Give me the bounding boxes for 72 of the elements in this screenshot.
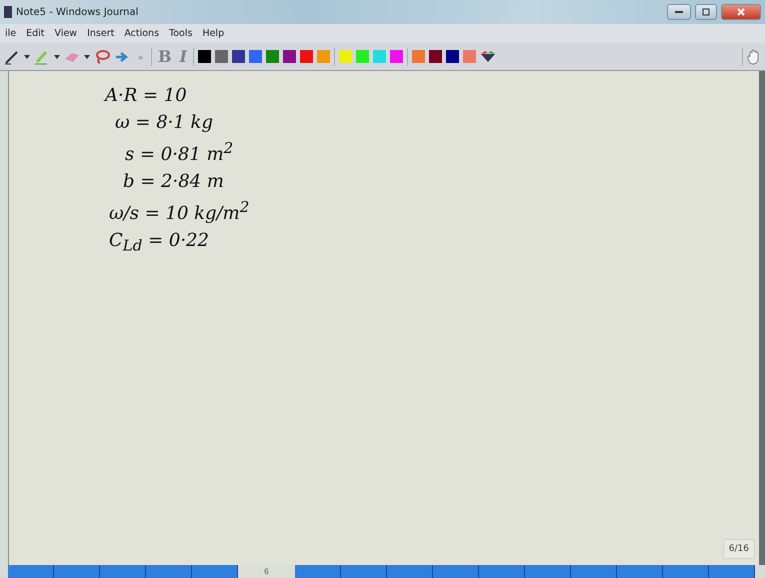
color-swatch[interactable] <box>283 50 296 63</box>
handwritten-note: s = 0·81 m$^{2}$ <box>125 139 234 165</box>
page-tab[interactable] <box>479 565 525 578</box>
page-tab[interactable]: 6 <box>238 565 295 578</box>
caret-icon <box>24 54 30 58</box>
close-button[interactable] <box>721 4 761 20</box>
color-swatch[interactable] <box>317 50 330 63</box>
color-swatch[interactable] <box>412 50 426 63</box>
menu-item[interactable]: Tools <box>164 28 198 39</box>
color-swatch[interactable] <box>429 50 442 63</box>
color-swatch[interactable] <box>373 50 386 63</box>
page-indicator: 6/16 <box>722 539 755 559</box>
page-tab[interactable] <box>571 565 617 578</box>
caret-icon <box>54 54 60 58</box>
page-tab[interactable] <box>54 565 100 578</box>
palette-icon <box>480 50 496 62</box>
eraser-icon <box>64 50 80 62</box>
handwritten-note: ω = 8·1 kg <box>115 112 213 133</box>
handwritten-note: ω/s = 10 kg/m$^{2}$ <box>109 198 250 224</box>
page-tab[interactable] <box>663 565 709 578</box>
page-tab[interactable] <box>295 565 341 578</box>
menu-item[interactable]: View <box>50 28 82 39</box>
color-swatch[interactable] <box>356 50 370 63</box>
arrow-icon <box>114 50 130 62</box>
hand-tool[interactable] <box>747 48 761 64</box>
color-picker-button[interactable] <box>480 50 496 62</box>
page-tab[interactable] <box>192 565 238 578</box>
color-swatch[interactable] <box>390 50 404 63</box>
color-swatch[interactable] <box>446 50 460 63</box>
page-tab[interactable] <box>387 565 433 578</box>
color-swatch[interactable] <box>198 50 212 63</box>
page-tab[interactable] <box>433 565 479 578</box>
scroll-bar[interactable] <box>759 71 765 565</box>
color-swatch[interactable] <box>463 50 476 63</box>
hand-icon <box>747 48 761 64</box>
eraser-dropdown[interactable] <box>84 54 90 58</box>
highlighter-dropdown[interactable] <box>54 54 60 58</box>
page-tab[interactable] <box>8 565 54 578</box>
maximize-icon <box>702 8 710 16</box>
page-tab[interactable] <box>100 565 146 578</box>
page-tab[interactable] <box>525 565 571 578</box>
menu-item[interactable]: Edit <box>21 28 50 39</box>
handwritten-note: C$_{Ld}$ = 0·22 <box>109 230 209 255</box>
page-tab[interactable] <box>617 565 663 578</box>
color-swatch[interactable] <box>266 50 280 63</box>
color-swatch[interactable] <box>339 50 352 63</box>
caret-icon <box>84 54 90 58</box>
close-icon <box>737 8 745 16</box>
highlighter-icon <box>34 48 50 64</box>
color-swatch[interactable] <box>232 50 246 63</box>
lasso-icon <box>94 50 110 64</box>
handwritten-note: b = 2·84 m <box>123 171 224 192</box>
page-tab[interactable] <box>709 565 755 578</box>
page-tab[interactable] <box>341 565 387 578</box>
menu-item[interactable]: Actions <box>119 28 164 39</box>
handwritten-note: A·R = 10 <box>105 85 187 106</box>
maximize-button[interactable] <box>695 4 717 20</box>
window-title: Note5 - Windows Journal <box>16 6 140 18</box>
menu-item[interactable]: Help <box>197 28 230 39</box>
minimize-icon <box>675 11 683 13</box>
journal-icon <box>4 6 12 18</box>
page-tab[interactable] <box>146 565 192 578</box>
color-swatch[interactable] <box>215 50 228 63</box>
minimize-button[interactable] <box>667 4 691 20</box>
menu-item[interactable]: ile <box>0 28 22 39</box>
pen-icon <box>4 48 20 64</box>
menu-item[interactable]: Insert <box>82 28 120 39</box>
pen-tool[interactable] <box>4 48 20 64</box>
color-swatch[interactable] <box>249 50 262 63</box>
insert-space-tool[interactable] <box>114 50 130 62</box>
color-swatch[interactable] <box>300 50 314 63</box>
pen-dropdown[interactable] <box>24 54 30 58</box>
